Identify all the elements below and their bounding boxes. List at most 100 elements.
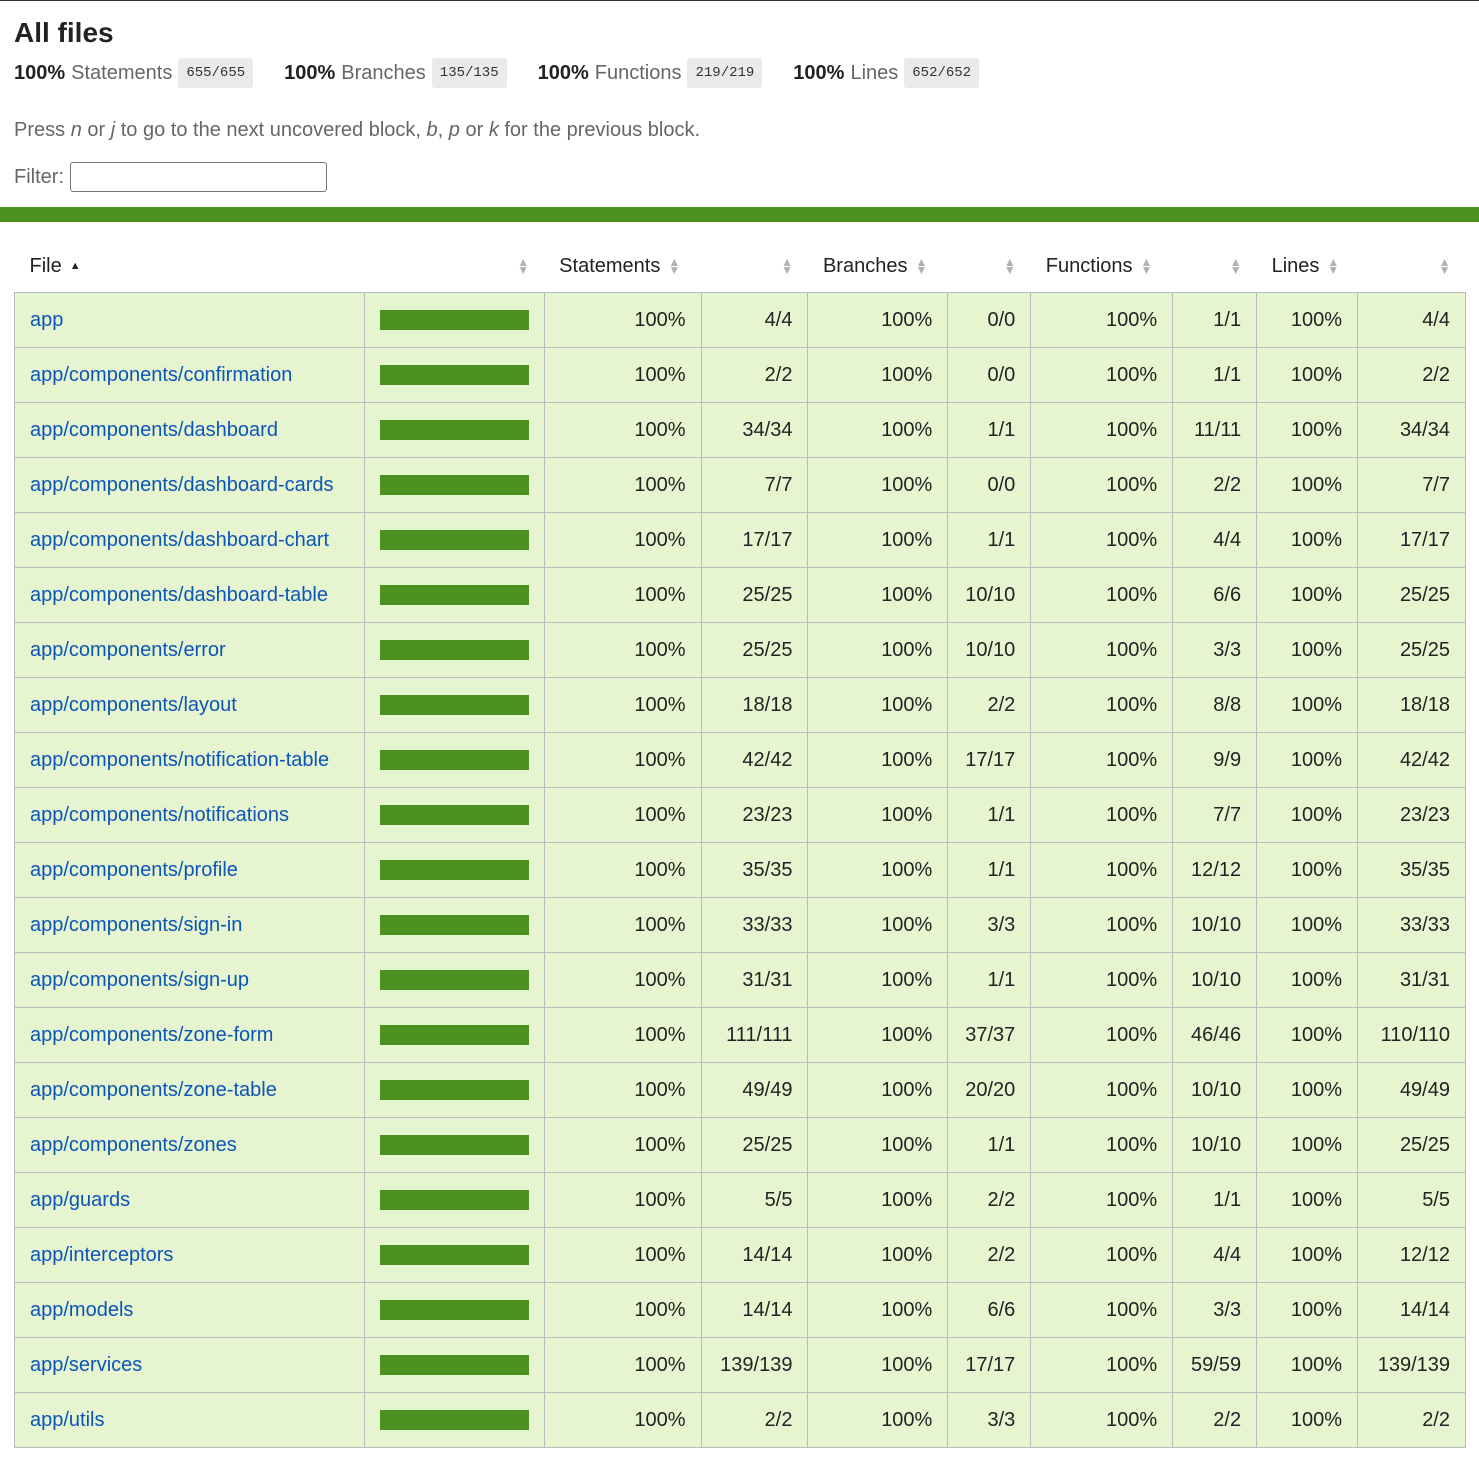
file-link[interactable]: app/components/zones xyxy=(30,1134,237,1156)
functions-fraction: 3/3 xyxy=(1172,622,1258,678)
file-link[interactable]: app/services xyxy=(30,1354,142,1376)
keyboard-hint: Press n or j to go to the next uncovered… xyxy=(14,115,1465,145)
file-link[interactable]: app/components/error xyxy=(30,639,226,661)
coverage-bar xyxy=(379,585,529,605)
branches-fraction: 17/17 xyxy=(947,732,1032,788)
hint-text: or xyxy=(87,119,106,141)
file-link[interactable]: app/components/notification-table xyxy=(30,749,329,771)
summary-branches: 100% Branches 135/135 xyxy=(284,58,507,88)
statements-pct: 100% xyxy=(543,1062,702,1118)
statements-pct: 100% xyxy=(543,512,702,568)
header-functions[interactable]: Functions ▲ ▼ xyxy=(1031,240,1173,293)
branches-pct: 100% xyxy=(807,842,949,898)
header-functions-raw[interactable]: ▲ ▼ xyxy=(1173,240,1257,293)
lines-pct: 100% xyxy=(1256,292,1359,348)
functions-fraction: 11/11 xyxy=(1172,402,1258,458)
file-link[interactable]: app/interceptors xyxy=(30,1244,173,1266)
lines-pct: 100% xyxy=(1256,512,1359,568)
header-lines[interactable]: Lines ▲ ▼ xyxy=(1257,240,1358,293)
header-branches-raw[interactable]: ▲ ▼ xyxy=(948,240,1031,293)
coverage-bar xyxy=(379,860,529,880)
statements-fraction: 14/14 xyxy=(700,1282,809,1338)
branches-fraction: 6/6 xyxy=(947,1282,1032,1338)
file-link[interactable]: app xyxy=(30,309,63,331)
statements-fraction: 139/139 xyxy=(700,1337,809,1393)
table-row: app/components/zone-table 100% 49/49 100% 20… xyxy=(14,1062,1466,1118)
coverage-bar xyxy=(379,1190,529,1210)
file-link[interactable]: app/components/confirmation xyxy=(30,364,292,386)
file-link[interactable]: app/components/notifications xyxy=(30,804,289,826)
lines-pct: 100% xyxy=(1256,1117,1359,1173)
file-link[interactable]: app/models xyxy=(30,1299,133,1321)
branches-fraction: 3/3 xyxy=(947,897,1032,953)
coverage-bar-cell xyxy=(363,567,545,623)
file-link[interactable]: app/components/dashboard xyxy=(30,419,278,441)
file-cell: app/utils xyxy=(14,1392,365,1448)
table-row: app/guards 100% 5/5 100% 2/2 100% 1/1 100% 5/5 xyxy=(14,1172,1466,1228)
file-link[interactable]: app/components/dashboard-cards xyxy=(30,474,334,496)
header-file-bar[interactable]: ▲ ▼ xyxy=(364,240,544,293)
header-file[interactable]: File ▲ xyxy=(15,240,365,293)
file-link[interactable]: app/components/zone-table xyxy=(30,1079,277,1101)
lines-pct: 100% xyxy=(1256,457,1359,513)
sort-icon: ▲ ▼ xyxy=(668,255,681,277)
functions-fraction: 3/3 xyxy=(1172,1282,1258,1338)
header-branches[interactable]: Branches ▲ ▼ xyxy=(808,240,948,293)
sort-icon: ▲ ▼ xyxy=(781,255,793,277)
table-row: app 100% 4/4 100% 0/0 100% 1/1 100% 4/4 xyxy=(14,292,1466,348)
file-link[interactable]: app/components/dashboard-chart xyxy=(30,529,329,551)
lines-fraction: 110/110 xyxy=(1357,1007,1466,1063)
header-lines-raw[interactable]: ▲ ▼ xyxy=(1358,240,1466,293)
functions-fraction: 2/2 xyxy=(1172,457,1258,513)
statements-fraction: 42/42 xyxy=(700,732,809,788)
branches-fraction: 1/1 xyxy=(947,512,1032,568)
coverage-bar-cell xyxy=(363,512,545,568)
table-row: app/components/profile 100% 35/35 100% 1/1 10… xyxy=(14,842,1466,898)
file-link[interactable]: app/guards xyxy=(30,1189,130,1211)
lines-pct: 100% xyxy=(1256,1337,1359,1393)
hint-text: for the previous block. xyxy=(504,119,701,141)
summary-pct: 100% xyxy=(14,61,66,84)
hint-key: k xyxy=(488,119,499,141)
file-cell: app/components/notifications xyxy=(14,787,365,843)
statements-fraction: 14/14 xyxy=(700,1227,809,1283)
file-link[interactable]: app/components/dashboard-table xyxy=(30,584,328,606)
statements-pct: 100% xyxy=(543,787,702,843)
lines-pct: 100% xyxy=(1256,677,1359,733)
sort-icon: ▲ ▼ xyxy=(1140,255,1153,277)
file-link[interactable]: app/utils xyxy=(30,1409,105,1431)
file-link[interactable]: app/components/sign-in xyxy=(30,914,242,936)
statements-fraction: 2/2 xyxy=(700,347,809,403)
branches-fraction: 37/37 xyxy=(947,1007,1032,1063)
functions-pct: 100% xyxy=(1030,1227,1174,1283)
header-statements-raw[interactable]: ▲ ▼ xyxy=(701,240,808,293)
header-statements[interactable]: Statements ▲ ▼ xyxy=(544,240,701,293)
functions-fraction: 10/10 xyxy=(1172,1062,1258,1118)
summary-label: Functions xyxy=(594,61,682,84)
sort-icon: ▲ ▼ xyxy=(517,255,530,277)
file-link[interactable]: app/components/sign-up xyxy=(30,969,249,991)
coverage-bar xyxy=(379,420,529,440)
table-row: app/components/dashboard 100% 34/34 100% 1/1… xyxy=(14,402,1466,458)
functions-fraction: 1/1 xyxy=(1172,347,1258,403)
lines-fraction: 2/2 xyxy=(1357,347,1466,403)
filter-input[interactable] xyxy=(70,162,327,192)
sort-icon: ▲ ▼ xyxy=(1327,255,1340,277)
coverage-bar-cell xyxy=(363,1007,545,1063)
file-cell: app/components/layout xyxy=(14,677,365,733)
branches-pct: 100% xyxy=(807,622,949,678)
file-link[interactable]: app/components/layout xyxy=(30,694,237,716)
functions-pct: 100% xyxy=(1030,567,1174,623)
branches-fraction: 1/1 xyxy=(947,787,1032,843)
file-link[interactable]: app/components/profile xyxy=(30,859,238,881)
hint-key: j xyxy=(110,119,116,141)
statements-fraction: 25/25 xyxy=(700,622,809,678)
functions-pct: 100% xyxy=(1030,897,1174,953)
statements-fraction: 33/33 xyxy=(700,897,809,953)
table-row: app/components/sign-in 100% 33/33 100% 3/3 10… xyxy=(14,897,1466,953)
statements-fraction: 111/111 xyxy=(700,1007,809,1063)
lines-pct: 100% xyxy=(1256,1282,1359,1338)
sort-icon: ▲ ▼ xyxy=(1229,255,1242,277)
file-link[interactable]: app/components/zone-form xyxy=(30,1024,273,1046)
summary-fraction: 652/652 xyxy=(904,58,980,88)
